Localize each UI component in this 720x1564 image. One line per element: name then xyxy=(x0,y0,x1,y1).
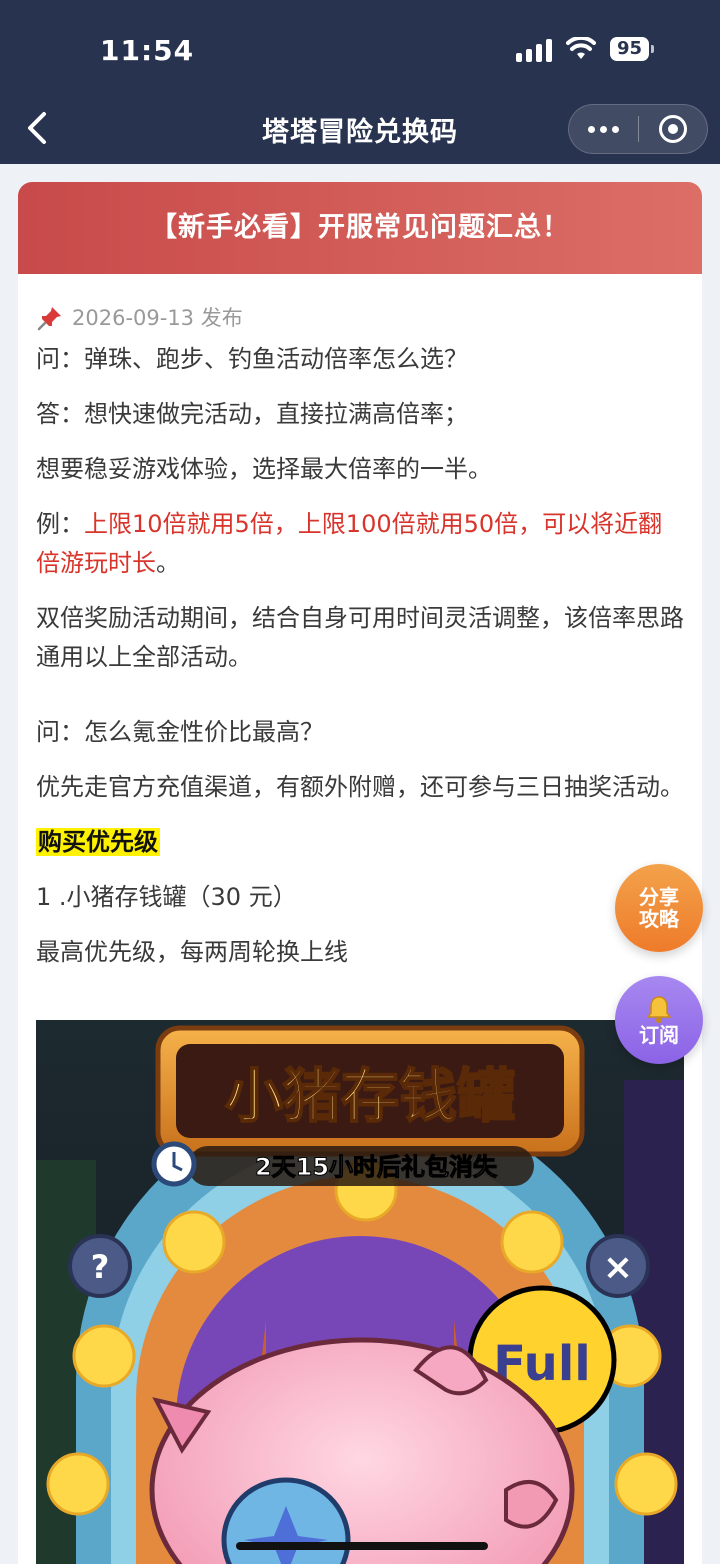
bell-icon xyxy=(646,996,672,1023)
answer-2: 优先走官方充值渠道，有额外附赠，还可参与三日抽奖活动。 xyxy=(36,773,684,801)
mini-program-capsule xyxy=(568,104,708,154)
game-title: 小猪存钱罐 xyxy=(225,1062,515,1130)
subscribe-label: 订阅 xyxy=(639,1023,679,1047)
share-label-line1: 分享 xyxy=(639,885,679,909)
game-timer: 2天15小时后礼包消失 xyxy=(255,1153,498,1181)
wifi-icon xyxy=(565,37,596,59)
answer-1: 答：想快速做完活动，直接拉满高倍率； xyxy=(36,400,468,428)
home-indicator xyxy=(236,1542,488,1550)
double-reward-note: 双倍奖励活动期间，结合自身可用时间灵活调整，该倍率思路通用以上全部活动。 xyxy=(36,604,684,671)
close-miniprogram-icon[interactable] xyxy=(639,115,708,143)
article-card: 【新手必看】开服常见问题汇总！ 2026-09-13 发布 问：弹珠、跑步、钓鱼… xyxy=(18,182,702,1564)
priority-label: 购买优先级 xyxy=(36,828,160,856)
item-1-title: 1 .小猪存钱罐（30 元） xyxy=(36,883,297,911)
answer-1-cont: 想要稳妥游戏体验，选择最大倍率的一半。 xyxy=(36,455,492,483)
status-time: 11:54 xyxy=(100,34,195,67)
article-meta: 2026-09-13 发布 xyxy=(36,296,684,340)
game-help: ? xyxy=(91,1248,110,1286)
priority-heading: 购买优先级 xyxy=(36,823,684,862)
piggy-bank-screenshot: 小猪存钱罐 2天15小时后礼包消失 ? × Full ✦ xyxy=(36,1020,684,1564)
question-2: 问：怎么氪金性价比最高？ xyxy=(36,718,324,746)
example-paragraph: 例：上限10倍就用5倍，上限100倍就用50倍，可以将近翻倍游玩时长。 xyxy=(36,505,684,583)
example-prefix: 例： xyxy=(36,510,84,538)
share-guide-button[interactable]: 分享 攻略 xyxy=(615,864,703,952)
article-banner: 【新手必看】开服常见问题汇总！ xyxy=(18,182,702,274)
question-1: 问：弹珠、跑步、钓鱼活动倍率怎么选？ xyxy=(36,345,468,373)
subscribe-button[interactable]: 订阅 xyxy=(615,976,703,1064)
example-highlight: 上限10倍就用5倍，上限100倍就用50倍，可以将近翻倍游玩时长 xyxy=(36,510,663,577)
signal-icon xyxy=(515,36,552,62)
publish-date: 2026-09-13 发布 xyxy=(72,306,243,330)
battery-level: 95 xyxy=(609,37,649,61)
game-close: × xyxy=(603,1247,633,1288)
battery-icon: 95 xyxy=(609,37,654,61)
status-icons: 95 xyxy=(515,36,654,62)
example-suffix: 。 xyxy=(156,549,180,577)
share-label-line2: 攻略 xyxy=(639,907,679,931)
item-1-desc: 最高优先级，每两周轮换上线 xyxy=(36,938,348,966)
top-bar: 11:54 95 塔塔冒险兑换码 xyxy=(0,0,720,164)
article-content: 2026-09-13 发布 问：弹珠、跑步、钓鱼活动倍率怎么选？ 答：想快速做完… xyxy=(18,274,702,972)
more-icon[interactable] xyxy=(569,125,638,133)
pushpin-icon xyxy=(37,307,61,331)
